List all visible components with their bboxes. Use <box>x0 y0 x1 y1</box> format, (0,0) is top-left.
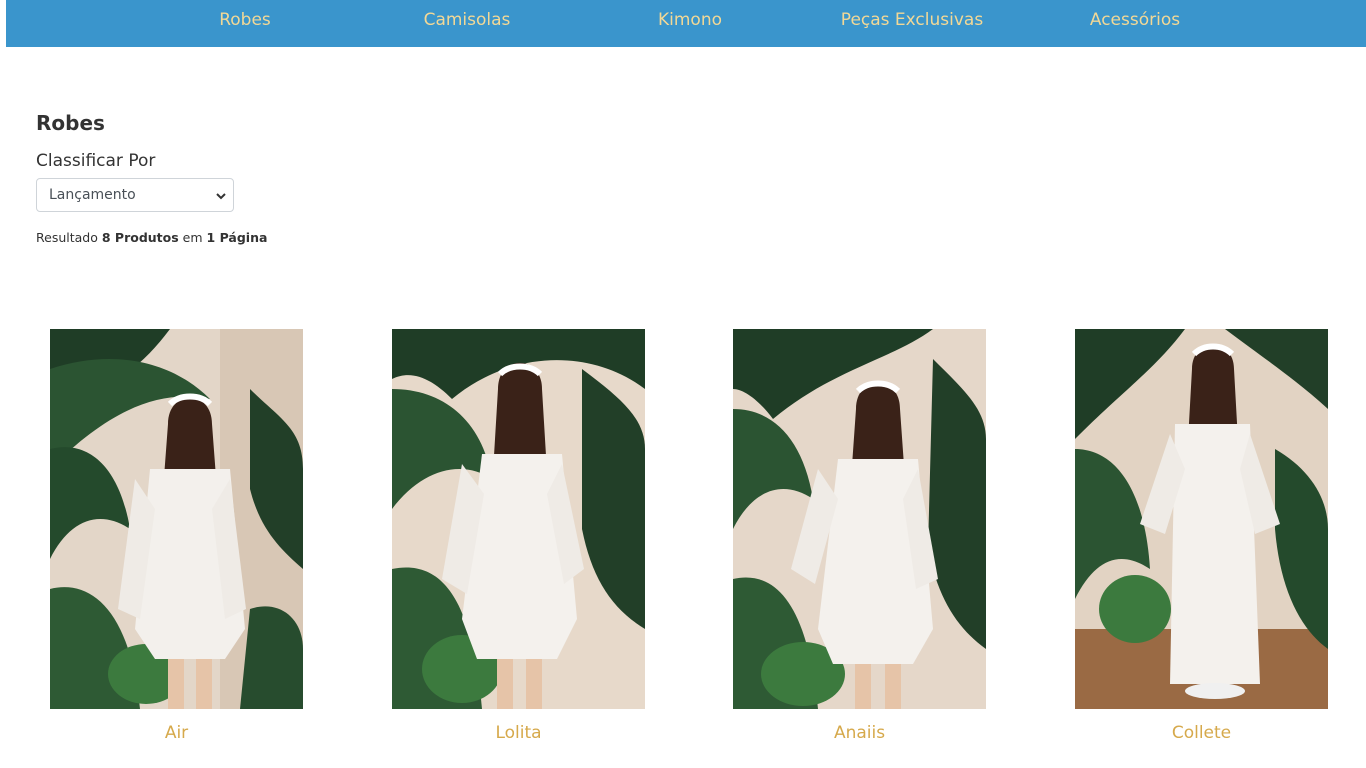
nav-item-robes[interactable]: Robes <box>219 10 271 30</box>
product-card[interactable]: Air <box>50 329 303 743</box>
sort-select-value: Lançamento <box>49 187 136 203</box>
top-navbar: Robes Camisolas Kimono Peças Exclusivas … <box>6 0 1366 47</box>
product-photo[interactable] <box>392 329 645 709</box>
product-name[interactable]: Air <box>50 723 303 743</box>
nav-item-acessorios[interactable]: Acessórios <box>1090 10 1180 30</box>
product-card[interactable]: Collete <box>1075 329 1328 743</box>
nav-item-pecas-exclusivas[interactable]: Peças Exclusivas <box>841 10 983 30</box>
product-photo[interactable] <box>733 329 986 709</box>
product-card[interactable]: Anaiis <box>733 329 986 743</box>
results-mid: em <box>182 230 203 245</box>
product-name[interactable]: Lolita <box>392 723 645 743</box>
sort-label: Classificar Por <box>36 151 156 171</box>
results-summary: Resultado 8 Produtos em 1 Página <box>36 230 267 245</box>
results-count: 8 Produtos <box>101 230 179 245</box>
page-title: Robes <box>36 111 105 135</box>
chevron-down-icon <box>216 193 226 200</box>
product-photo[interactable] <box>50 329 303 709</box>
sort-select[interactable]: Lançamento <box>36 178 234 212</box>
product-photo[interactable] <box>1075 329 1328 709</box>
results-pages: 1 Página <box>206 230 268 245</box>
nav-item-camisolas[interactable]: Camisolas <box>424 10 511 30</box>
product-name[interactable]: Anaiis <box>733 723 986 743</box>
results-prefix: Resultado <box>36 230 98 245</box>
product-name[interactable]: Collete <box>1075 723 1328 743</box>
product-card[interactable]: Lolita <box>392 329 645 743</box>
nav-item-kimono[interactable]: Kimono <box>658 10 722 30</box>
